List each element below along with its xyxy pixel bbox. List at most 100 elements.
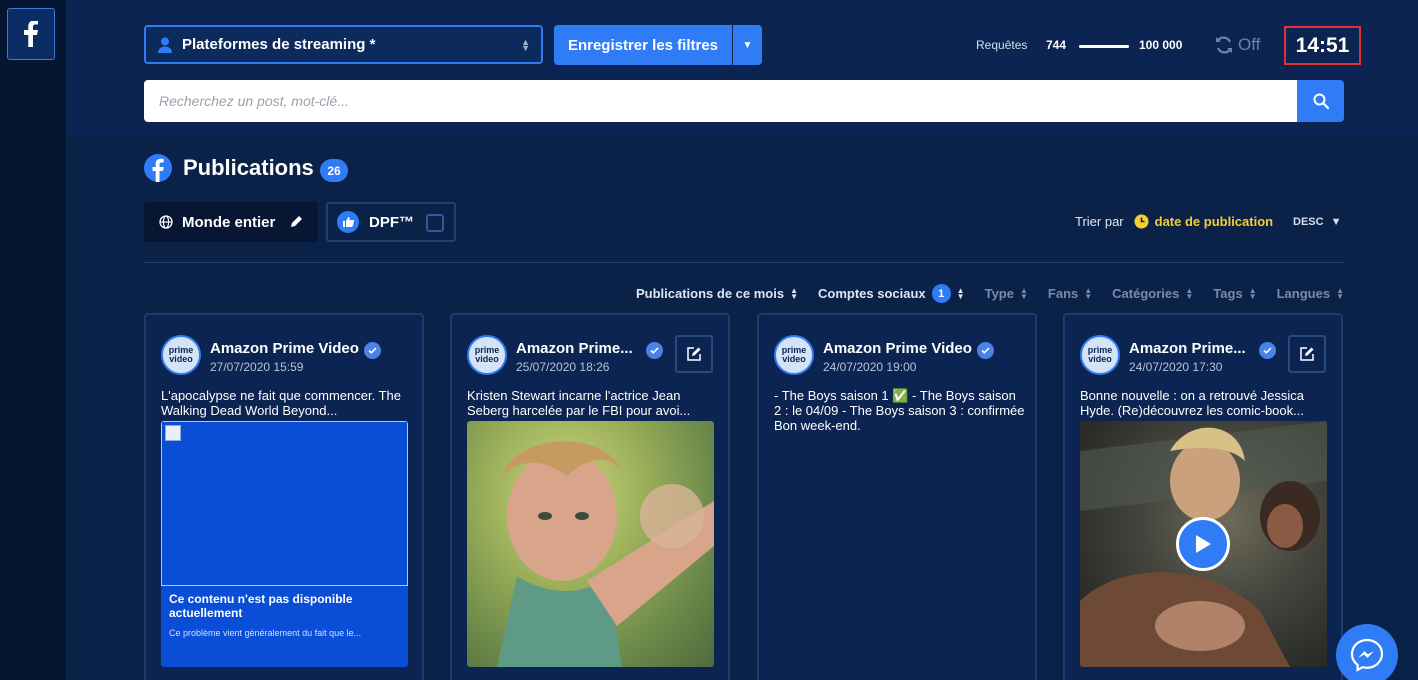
filter-fans[interactable]: Fans ▲ ▼ — [1048, 286, 1092, 301]
sort-direction[interactable]: DESC ▼ — [1293, 216, 1342, 228]
verified-icon — [364, 342, 381, 359]
unavailable-title: Ce contenu n'est pas disponible actuelle… — [169, 592, 353, 620]
filter-label: Type — [984, 286, 1014, 301]
filter-count-badge: 1 — [931, 284, 951, 303]
dpf-checkbox[interactable] — [426, 214, 444, 232]
verified-icon — [977, 342, 994, 359]
page-title: Publications — [183, 155, 314, 180]
edit-button[interactable] — [675, 335, 713, 373]
facebook-network-tab[interactable] — [7, 8, 55, 60]
account-avatar: prime video — [467, 335, 507, 375]
post-image[interactable] — [467, 421, 714, 667]
messenger-chat-button[interactable] — [1336, 624, 1398, 680]
play-button[interactable] — [1176, 517, 1230, 571]
broken-image-icon — [165, 425, 181, 441]
requests-used: 744 — [1046, 38, 1067, 52]
clock-icon — [1134, 214, 1149, 229]
play-icon — [1196, 535, 1211, 553]
search-input[interactable] — [144, 80, 1298, 122]
refresh-icon — [1216, 36, 1232, 54]
post-card[interactable]: prime video Amazon Prime Video 24/07/2020… — [757, 313, 1037, 680]
auto-refresh-toggle[interactable]: Off — [1214, 34, 1270, 56]
verified-icon — [1259, 342, 1276, 359]
profile-select[interactable]: Plateformes de streaming * ▲ ▼ — [144, 25, 543, 64]
filter-categories[interactable]: Catégories ▲ ▼ — [1112, 286, 1193, 301]
chevron-down-icon: ▼ — [742, 39, 753, 51]
account-avatar: prime video — [161, 335, 201, 375]
post-card[interactable]: prime video Amazon Prime... 24/07/2020 17… — [1063, 313, 1343, 680]
post-video[interactable] — [1080, 421, 1327, 667]
media-placeholder — [161, 421, 408, 586]
save-filters-dropdown[interactable]: ▼ — [733, 25, 762, 65]
filter-label: Fans — [1047, 286, 1079, 301]
publications-heading: Publications — [144, 154, 314, 182]
post-date: 27/07/2020 15:59 — [210, 360, 304, 374]
post-text: L'apocalypse ne fait que commencer. The … — [161, 388, 401, 418]
thumbs-up-icon — [337, 211, 359, 233]
unavailable-detail: Ce problème vient généralement du fait q… — [169, 628, 362, 638]
account-avatar: prime video — [774, 335, 814, 375]
edit-icon — [687, 347, 701, 361]
filter-publications-this-month[interactable]: Publications de ce mois ▲ ▼ — [636, 286, 798, 301]
requests-progress — [1079, 45, 1129, 48]
sort-arrows-icon: ▲ ▼ — [1248, 285, 1257, 301]
sort-control[interactable]: Trier par date de publication DESC ▼ — [1075, 214, 1342, 229]
pencil-icon[interactable] — [289, 214, 304, 229]
filter-label: Comptes sociaux — [818, 286, 926, 301]
post-text: - The Boys saison 1 ✅ - The Boys saison … — [774, 388, 1025, 433]
scope-chip-label: Monde entier — [182, 213, 276, 231]
filter-label: Publications de ce mois — [635, 286, 785, 301]
divider — [144, 262, 1344, 263]
publications-count-badge: 26 — [320, 159, 348, 182]
dpf-chip[interactable]: DPF™ — [326, 202, 456, 242]
caret-down-icon: ▼ — [1330, 216, 1342, 228]
sort-arrows-icon: ▲ ▼ — [956, 285, 965, 301]
verified-icon — [646, 342, 663, 359]
account-name[interactable]: Amazon Prime... — [1129, 340, 1249, 357]
sort-arrows-icon: ▲ ▼ — [1336, 285, 1344, 301]
prime-video-logo: prime video — [474, 345, 500, 364]
filter-label: Tags — [1213, 286, 1243, 301]
messenger-icon — [1350, 638, 1384, 672]
globe-icon — [159, 215, 173, 229]
facebook-circle-icon — [144, 154, 172, 182]
sort-arrows-icon: ▲ ▼ — [1019, 285, 1028, 301]
prime-video-logo: prime video — [1087, 345, 1113, 364]
post-card[interactable]: prime video Amazon Prime... 25/07/2020 18… — [450, 313, 730, 680]
account-avatar: prime video — [1080, 335, 1120, 375]
prime-video-logo: prime video — [168, 345, 194, 364]
requests-total: 100 000 — [1139, 38, 1183, 52]
edit-icon — [1300, 347, 1314, 361]
sort-label: Trier par — [1075, 214, 1124, 229]
post-date: 25/07/2020 18:26 — [516, 360, 610, 374]
post-card[interactable]: prime video Amazon Prime Video 27/07/2020… — [144, 313, 424, 680]
edit-button[interactable] — [1288, 335, 1326, 373]
search-button[interactable] — [1297, 80, 1344, 122]
post-text: Kristen Stewart incarne l'actrice Jean S… — [467, 388, 691, 418]
scope-chip[interactable]: Monde entier — [144, 202, 318, 242]
post-text: Bonne nouvelle : on a retrouvé Jessica H… — [1080, 388, 1305, 418]
refresh-state: Off — [1238, 35, 1261, 54]
post-date: 24/07/2020 19:00 — [823, 360, 917, 374]
facebook-icon — [24, 21, 38, 47]
select-caret-icon: ▲ ▼ — [521, 37, 530, 53]
account-name[interactable]: Amazon Prime... — [516, 340, 636, 357]
save-filters-button[interactable]: Enregistrer les filtres — [554, 25, 732, 65]
filter-bar: Publications de ce mois ▲ ▼ Comptes sociau… — [616, 284, 1344, 303]
filter-type[interactable]: Type ▲ ▼ — [985, 286, 1028, 301]
sidebar — [0, 0, 66, 680]
filter-social-accounts[interactable]: Comptes sociaux 1 ▲ ▼ — [818, 284, 965, 303]
account-name[interactable]: Amazon Prime Video — [210, 340, 360, 357]
prime-video-logo: prime video — [781, 345, 807, 364]
sort-direction-label: DESC — [1293, 216, 1324, 228]
user-icon — [158, 37, 172, 53]
account-name[interactable]: Amazon Prime Video — [823, 340, 973, 357]
requests-label: Requêtes — [976, 38, 1028, 52]
filter-label: Langues — [1276, 286, 1331, 301]
filter-tags[interactable]: Tags ▲ ▼ — [1213, 286, 1256, 301]
post-media-unavailable: Ce contenu n'est pas disponible actuelle… — [161, 421, 408, 667]
sort-field: date de publication — [1154, 214, 1274, 229]
sort-arrows-icon: ▲ ▼ — [790, 285, 799, 301]
post-date: 24/07/2020 17:30 — [1129, 360, 1223, 374]
filter-languages[interactable]: Langues ▲ ▼ — [1277, 286, 1344, 301]
